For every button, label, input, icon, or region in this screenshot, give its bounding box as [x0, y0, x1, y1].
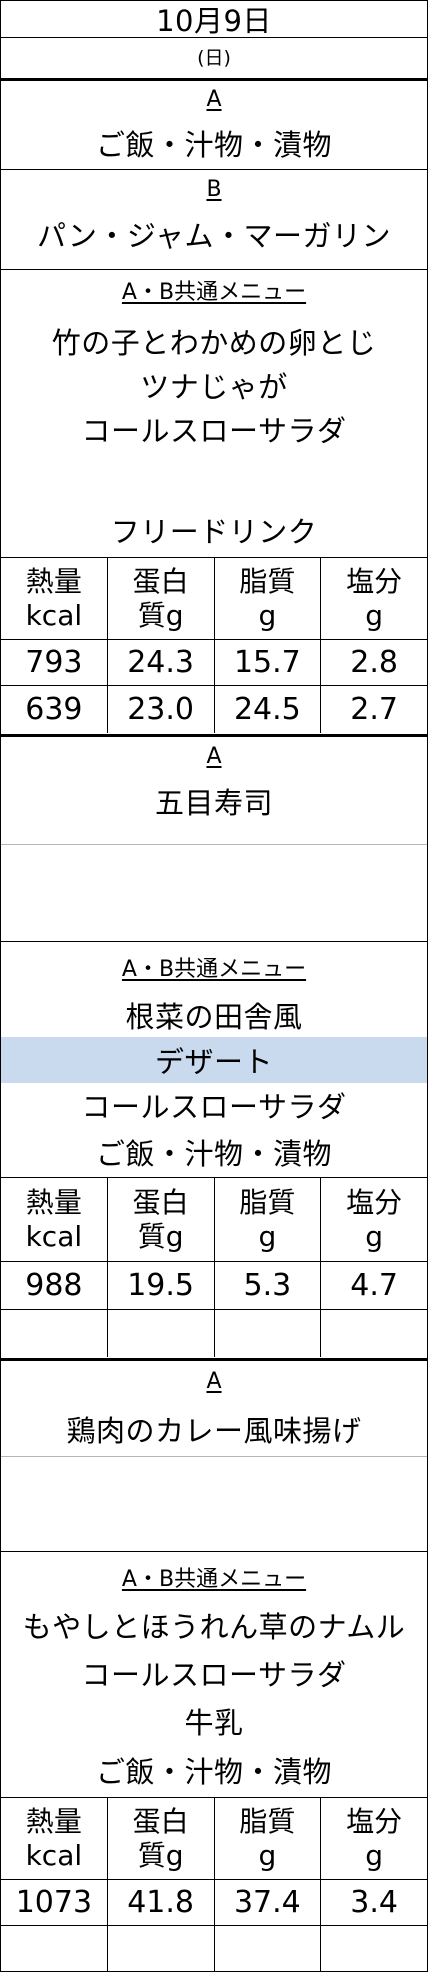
protein-value: 19.5	[108, 1262, 215, 1309]
energy-value	[1, 1310, 108, 1357]
protein-value	[108, 1310, 215, 1357]
breakfast-common-label: A・B共通メニュー	[1, 269, 427, 309]
weekday-label: (日)	[1, 37, 427, 75]
fat-header: 脂質 g	[215, 558, 322, 639]
fat-value: 37.4	[215, 1880, 322, 1925]
dinner-common-item: 牛乳	[184, 1706, 244, 1740]
lunch-nutrition-row-a: 988 19.5 5.3 4.7	[1, 1261, 427, 1309]
breakfast-common-item: フリードリンク	[110, 515, 318, 549]
salt-header: 塩分 g	[346, 1804, 403, 1872]
protein-value: 41.8	[108, 1880, 215, 1925]
breakfast-a-item: ご飯・汁物・漬物	[95, 128, 332, 162]
fat-value: 24.5	[215, 686, 322, 733]
lunch-common-item: ご飯・汁物・漬物	[95, 1137, 332, 1171]
salt-value: 3.4	[350, 1884, 398, 1920]
lunch-common-item-highlight: デザート	[1, 1037, 427, 1083]
energy-header: 熱量 kcal	[1, 1178, 108, 1261]
dinner-common-label: A・B共通メニュー	[1, 1551, 427, 1601]
breakfast-b-item: パン・ジャム・マーガリン	[36, 219, 391, 253]
dinner-nutrition-header: 熱量 kcal 蛋白 質g 脂質 g 塩分 g	[1, 1797, 427, 1879]
date-title: 10月9日	[156, 4, 272, 38]
energy-value: 793	[1, 640, 108, 685]
protein-value: 24.3	[108, 640, 215, 685]
energy-value: 1073	[1, 1880, 108, 1925]
menu-sheet: 10月9日 (日) A ご飯・汁物・漬物 B パン・ジャム・マーガリン A・B共…	[0, 0, 428, 1972]
breakfast-nutrition-header: 熱量 kcal 蛋白 質g 脂質 g 塩分 g	[1, 557, 427, 639]
lunch-common-item: 根菜の田舎風	[125, 1000, 303, 1034]
fat-value	[215, 1310, 322, 1357]
protein-header: 蛋白 質g	[108, 1798, 215, 1879]
lunch-a-item: 五目寿司	[154, 786, 273, 820]
energy-value: 988	[1, 1262, 108, 1309]
lunch-common-item: コールスローサラダ	[81, 1090, 347, 1124]
fat-header: 脂質 g	[215, 1178, 322, 1261]
fat-value: 15.7	[215, 640, 322, 685]
energy-header: 熱量 kcal	[1, 1798, 108, 1879]
protein-header: 蛋白 質g	[108, 558, 215, 639]
salt-value: 4.7	[350, 1267, 398, 1303]
lunch-nutrition-row-b	[1, 1309, 427, 1357]
fat-value: 5.3	[215, 1262, 322, 1309]
fat-header: 脂質 g	[215, 1798, 322, 1879]
salt-value: 2.8	[350, 644, 398, 680]
salt-header: 塩分 g	[346, 1185, 403, 1253]
dinner-common-item: もやしとほうれん草のナムル	[22, 1610, 406, 1644]
lunch-a-label: A	[1, 734, 427, 776]
lunch-nutrition-header: 熱量 kcal 蛋白 質g 脂質 g 塩分 g	[1, 1177, 427, 1261]
dinner-a-label: A	[1, 1358, 427, 1402]
breakfast-common-item: コールスローサラダ	[81, 414, 347, 448]
breakfast-b-label: B	[1, 169, 427, 209]
salt-value	[321, 1310, 427, 1357]
dinner-common-item: コールスローサラダ	[81, 1658, 347, 1692]
salt-header: 塩分 g	[346, 564, 403, 632]
dinner-nutrition-row-a: 1073 41.8 37.4 3.4	[1, 1879, 427, 1925]
lunch-common-label: A・B共通メニュー	[1, 941, 427, 991]
lunch-b-empty	[1, 844, 427, 941]
dinner-a-item: 鶏肉のカレー風味揚げ	[66, 1414, 362, 1448]
breakfast-common-item: ツナじゃが	[140, 370, 288, 404]
protein-value: 23.0	[108, 686, 215, 733]
salt-value: 2.7	[350, 691, 398, 727]
energy-header: 熱量 kcal	[1, 558, 108, 639]
energy-value	[1, 1926, 108, 1971]
breakfast-nutrition-row-b: 639 23.0 24.5 2.7	[1, 685, 427, 733]
breakfast-common-item	[1, 451, 427, 495]
dinner-b-empty	[1, 1456, 427, 1551]
fat-value	[215, 1926, 322, 1971]
breakfast-common-item: 竹の子とわかめの卵とじ	[51, 326, 377, 360]
protein-header: 蛋白 質g	[108, 1178, 215, 1261]
protein-value	[108, 1926, 215, 1971]
dinner-nutrition-row-b	[1, 1925, 427, 1971]
breakfast-nutrition-row-a: 793 24.3 15.7 2.8	[1, 639, 427, 685]
salt-value	[321, 1926, 427, 1971]
breakfast-a-label: A	[1, 78, 427, 118]
energy-value: 639	[1, 686, 108, 733]
dinner-common-item: ご飯・汁物・漬物	[95, 1755, 332, 1789]
